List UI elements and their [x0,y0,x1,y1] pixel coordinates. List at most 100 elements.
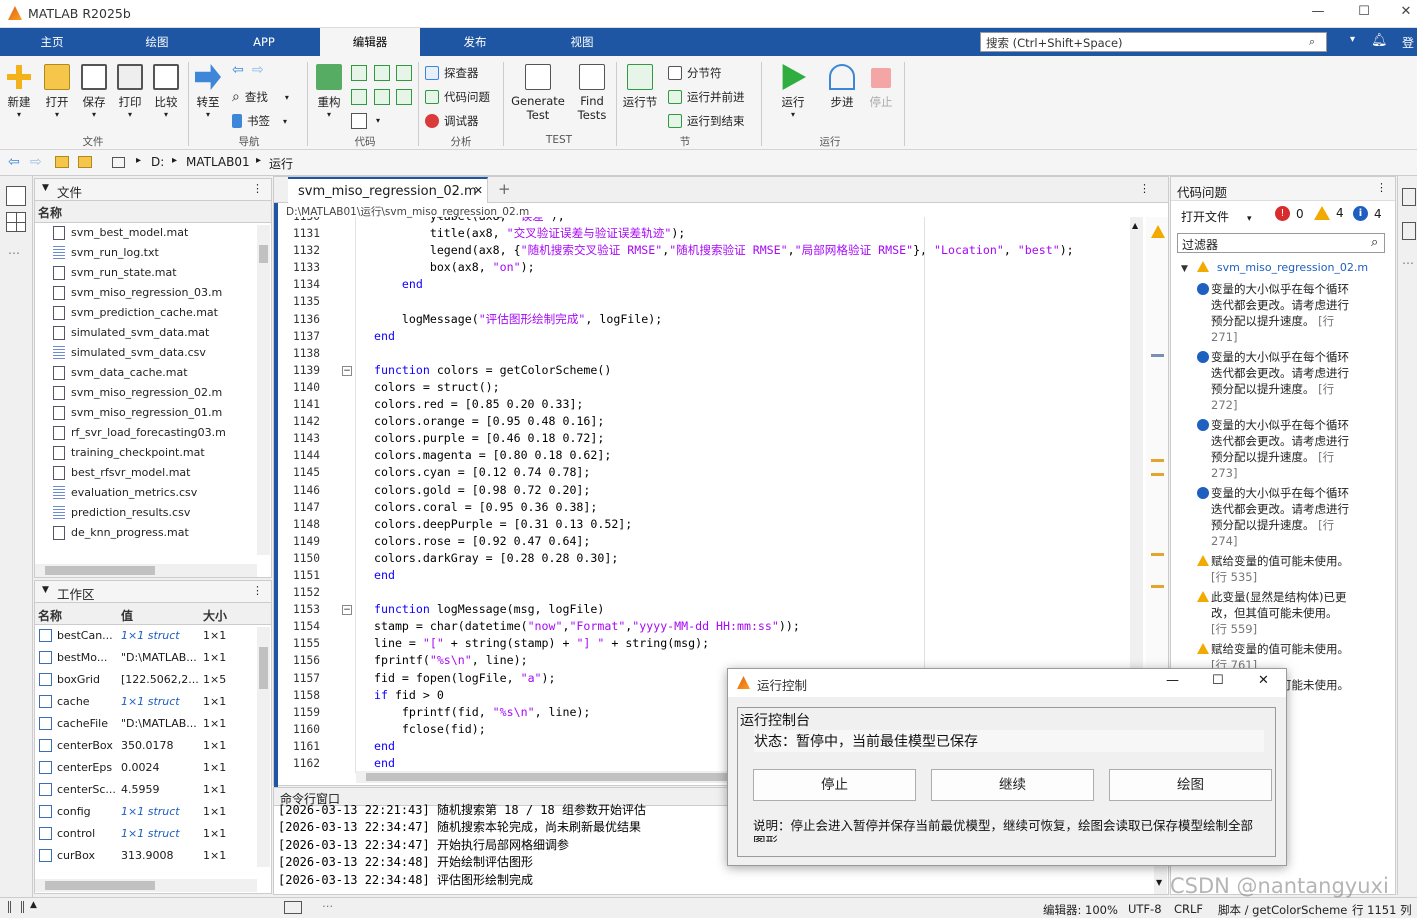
workspace-row[interactable]: centerBox 350.0178 1×1 [35,735,271,757]
code-line[interactable]: colors.red = [0.85 0.20 0.33]; [374,396,1074,413]
stop-run-button[interactable]: 停止 [753,769,916,801]
forward-arrow-icon[interactable]: ⇨ [252,62,264,78]
forward-icon[interactable]: ⇨ [30,154,42,170]
code-line[interactable]: colors.orange = [0.95 0.48 0.16]; [374,413,1074,430]
debugger-button[interactable]: 调试器 [425,113,479,129]
panel-menu-icon[interactable]: ⋮ [252,584,263,597]
file-row[interactable]: svm_miso_regression_01.m [53,403,271,423]
back-arrow-icon[interactable]: ⇦ [232,62,244,78]
run-button[interactable]: 运行 ▾ [776,64,810,119]
maximize-button[interactable]: ☐ [1354,4,1374,22]
file-row[interactable]: svm_run_state.mat [53,263,271,283]
zoom-level[interactable]: 编辑器: 100% [1043,902,1118,918]
expand-chevron-icon[interactable]: ▼ [1181,264,1188,274]
status-panel-icon[interactable] [8,901,24,913]
workspace-row[interactable]: cacheFile "D:\MATLAB... 1×1 [35,713,271,735]
col-value[interactable]: 值 [121,607,133,624]
search-input[interactable]: 搜索 (Ctrl+Shift+Space) [980,32,1327,52]
wrap-icon[interactable] [374,65,390,81]
files-column-header[interactable]: 名称 [35,201,271,223]
issue-item[interactable]: 变量的大小似乎在每个循环迭代都会更改。请考虑进行预分配以提升速度。 [行 274… [1197,485,1351,549]
workspace-row[interactable]: control 1×1 struct 1×1 [35,823,271,845]
tab-publish[interactable]: 发布 [420,28,530,56]
line-ending[interactable]: CRLF [1174,902,1203,916]
section-break-button[interactable]: 分节符 [668,65,722,81]
file-row[interactable]: training_checkpoint.mat [53,443,271,463]
workspace-scrollbar[interactable] [257,627,270,867]
status-more-icon[interactable]: ⋯ [322,899,334,913]
uncomment-icon[interactable] [351,89,367,105]
run-section-button[interactable]: 运行节 [621,64,659,110]
file-row[interactable]: svm_data_cache.mat [53,363,271,383]
save-button[interactable]: 保存 ▾ [79,64,109,119]
issue-item[interactable]: 变量的大小似乎在每个循环迭代都会更改。请考虑进行预分配以提升速度。 [行 271… [1197,281,1351,345]
tab-plots[interactable]: 绘图 [104,28,210,56]
issue-line-ref[interactable]: [行 535] [1211,570,1257,584]
issue-line-ref[interactable]: [行 559] [1211,622,1257,636]
indent-icon[interactable] [374,89,390,105]
file-row[interactable]: best_rfsvr_model.mat [53,463,271,483]
code-line[interactable]: colors.purple = [0.46 0.18 0.72]; [374,430,1074,447]
code-line[interactable]: line = "[" + string(stamp) + "] " + stri… [374,635,1074,652]
find-button[interactable]: ⌕ 查找 ▾ [232,89,289,105]
file-row[interactable]: svm_miso_regression_03.m [53,283,271,303]
issues-filter-input[interactable]: 过滤器 [1177,233,1385,253]
code-issues-button[interactable]: 代码问题 [425,89,490,105]
code-line[interactable]: colors.coral = [0.95 0.36 0.38]; [374,499,1074,516]
goto-button[interactable]: 转至 ▾ [193,64,223,119]
minimize-button[interactable]: — [1308,4,1328,22]
dialog-maximize-button[interactable]: ☐ [1212,673,1224,688]
info-count-badge[interactable]: i 4 [1353,206,1382,221]
workspace-row[interactable]: bestCan... 1×1 struct 1×1 [35,625,271,647]
issues-file-node[interactable]: ▼ svm_miso_regression_02.m [1181,261,1368,274]
plot-button[interactable]: 绘图 [1109,769,1272,801]
code-line[interactable]: legend(ax8, {"随机搜索交叉验证 RMSE","随机搜索验证 RMS… [374,242,1074,259]
command-output[interactable]: [2026-03-13 22:21:43] 随机搜索第 18 / 18 组参数开… [278,802,646,889]
generate-test-button[interactable]: Generate Test [508,64,568,122]
code-line[interactable]: box(ax8, "on"); [374,259,1074,276]
more-icon[interactable]: ⋯ [1402,256,1414,270]
warning-triangle-icon[interactable] [1151,225,1165,238]
tab-home[interactable]: 主页 [0,28,104,56]
collapse-chevron-icon[interactable]: ▼ [42,183,49,193]
comment-icon[interactable] [351,65,367,81]
close-tab-icon[interactable]: ✕ [474,184,483,197]
path-segment-current[interactable]: 运行 [269,155,293,172]
back-icon[interactable]: ⇦ [8,154,20,170]
collapse-chevron-icon[interactable]: ▼ [42,585,49,595]
code-line[interactable]: colors.rose = [0.92 0.47 0.64]; [374,533,1074,550]
fold-toggle-icon[interactable]: − [342,365,352,376]
open-file-dropdown[interactable]: 打开文件 ▾ [1181,208,1252,225]
panel-menu-icon[interactable]: ⋮ [252,182,263,195]
side-panel-icon-2[interactable] [1402,222,1416,240]
code-line[interactable]: title(ax8, "交叉验证误差与验证误差轨迹"); [374,225,1074,242]
bell-icon[interactable]: 🔔︎ [1371,33,1388,48]
code-line[interactable]: colors.darkGray = [0.28 0.28 0.30]; [374,550,1074,567]
error-count-badge[interactable]: ! 0 [1275,206,1304,221]
code-line[interactable]: colors.cyan = [0.12 0.74 0.78]; [374,464,1074,481]
outdent-icon[interactable] [396,89,412,105]
smart-indent-icon[interactable] [396,65,412,81]
explorer-button[interactable]: 探查器 [425,65,479,81]
col-size[interactable]: 大小 [203,607,227,624]
code-line[interactable]: colors.magenta = [0.80 0.18 0.62]; [374,447,1074,464]
file-list-scrollbar[interactable] [257,225,270,555]
open-button[interactable]: 打开 ▾ [42,64,72,119]
workspace-row[interactable]: boxGrid [122.5062,2... 1×5 [35,669,271,691]
code-line[interactable]: logMessage("评估图形绘制完成", logFile); [374,311,1074,328]
tab-editor[interactable]: 编辑器 [320,28,420,56]
editor-tab-active[interactable]: svm_miso_regression_02.m ✕ [288,177,488,203]
new-tab-plus-icon[interactable]: + [498,180,511,198]
tab-view[interactable]: 视图 [530,28,634,56]
code-line[interactable]: ylabel(ax8, "误差"); [374,217,1074,225]
format-icon[interactable] [351,113,367,129]
format-dropdown-icon[interactable]: ▾ [376,116,380,125]
account-label[interactable]: 登 [1402,34,1414,51]
encoding[interactable]: UTF-8 [1128,902,1162,916]
more-icon[interactable]: ⋯ [8,246,20,260]
browse-folder-icon[interactable] [78,156,92,168]
layout-panel-icon[interactable] [6,212,26,232]
code-line[interactable]: fprintf("%s\n", line); [374,652,1074,669]
issue-item[interactable]: 变量的大小似乎在每个循环迭代都会更改。请考虑进行预分配以提升速度。 [行 273… [1197,417,1351,481]
file-row[interactable]: simulated_svm_data.csv [53,343,271,363]
